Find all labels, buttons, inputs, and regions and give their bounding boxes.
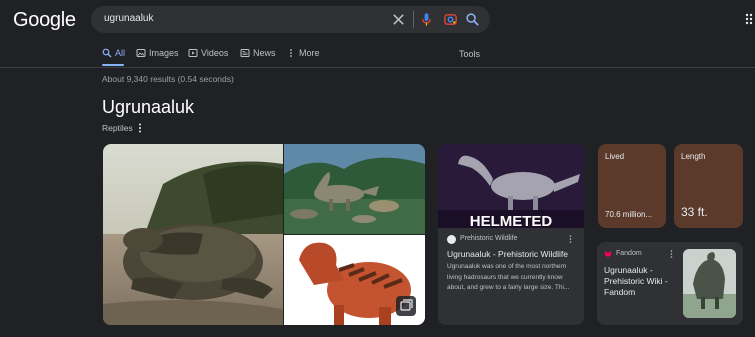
fact-lived[interactable]: Lived 70.6 million... [598,144,666,228]
image-icon [136,49,146,57]
tab-label: News [253,48,276,58]
thumbnail-caption: HELMETED [470,213,553,228]
result-card-prehistoric-wildlife[interactable]: HELMETED Prehistoric Wildlife Ugrunaaluk… [438,144,584,325]
apps-grid-icon[interactable] [745,13,755,25]
card-title[interactable]: Ugrunaaluk - Prehistoric Wiki - Fandom [604,265,679,298]
search-divider [413,11,414,28]
site-favicon [447,235,456,244]
fact-value: 33 ft. [681,205,708,219]
search-input[interactable]: ugrunaaluk [104,13,153,24]
tab-videos[interactable]: Videos [188,48,228,58]
card-title[interactable]: Ugrunaaluk - Prehistoric Wildlife [447,249,577,259]
image-turtle[interactable] [103,144,283,325]
tab-news[interactable]: News [240,48,276,58]
search-icon[interactable] [465,12,480,27]
card-source[interactable]: Prehistoric Wildlife [460,235,518,242]
fact-label: Lived [605,152,625,161]
tab-images[interactable]: Images [136,48,179,58]
video-icon [188,49,198,57]
result-card-fandom[interactable]: Fandom Ugrunaaluk - Prehistoric Wiki - F… [597,242,743,325]
entity-title: Ugrunaaluk [102,97,195,117]
dinosaur-art [683,249,736,318]
card-thumbnail [683,249,736,318]
dinosaur-herd-illustration [284,144,425,234]
tab-label: More [299,48,320,58]
tools-button[interactable]: Tools [459,49,480,59]
entity-subtitle: Reptiles [102,123,133,133]
fact-value: 70.6 million... [605,210,653,219]
tab-all[interactable]: All [102,48,125,58]
more-vert-icon [290,49,292,57]
news-icon [240,49,250,57]
more-options-icon[interactable] [137,122,143,134]
expand-images-button[interactable] [396,296,416,316]
more-options-icon[interactable] [568,234,573,244]
turtle-photo [103,144,283,325]
result-stats: About 9,340 results (0.54 seconds) [102,74,234,84]
google-logo[interactable]: Google [13,9,76,32]
more-options-icon[interactable] [669,249,674,259]
clear-icon[interactable] [391,12,406,27]
tab-label: Images [149,48,179,58]
card-source[interactable]: Fandom [616,250,642,257]
header-divider [0,67,755,68]
google-lens-icon[interactable] [443,12,458,27]
gallery-icon [400,299,413,311]
tab-label: Videos [201,48,229,58]
search-box[interactable]: ugrunaaluk [91,6,490,33]
tab-label: All [115,48,126,58]
tab-more[interactable]: More [286,48,320,58]
search-icon [102,48,112,58]
fact-length[interactable]: Length 33 ft. [674,144,743,228]
card-description: Ugrunaaluk was one of the most northern … [447,263,570,291]
image-dinosaur-herd[interactable] [284,144,425,234]
microphone-icon[interactable] [419,12,434,27]
fandom-icon [605,251,611,257]
fact-label: Length [681,152,706,161]
hadrosaur-silhouette: HELMETED [438,144,584,228]
active-tab-indicator [102,64,124,66]
card-thumbnail: HELMETED [438,144,584,228]
